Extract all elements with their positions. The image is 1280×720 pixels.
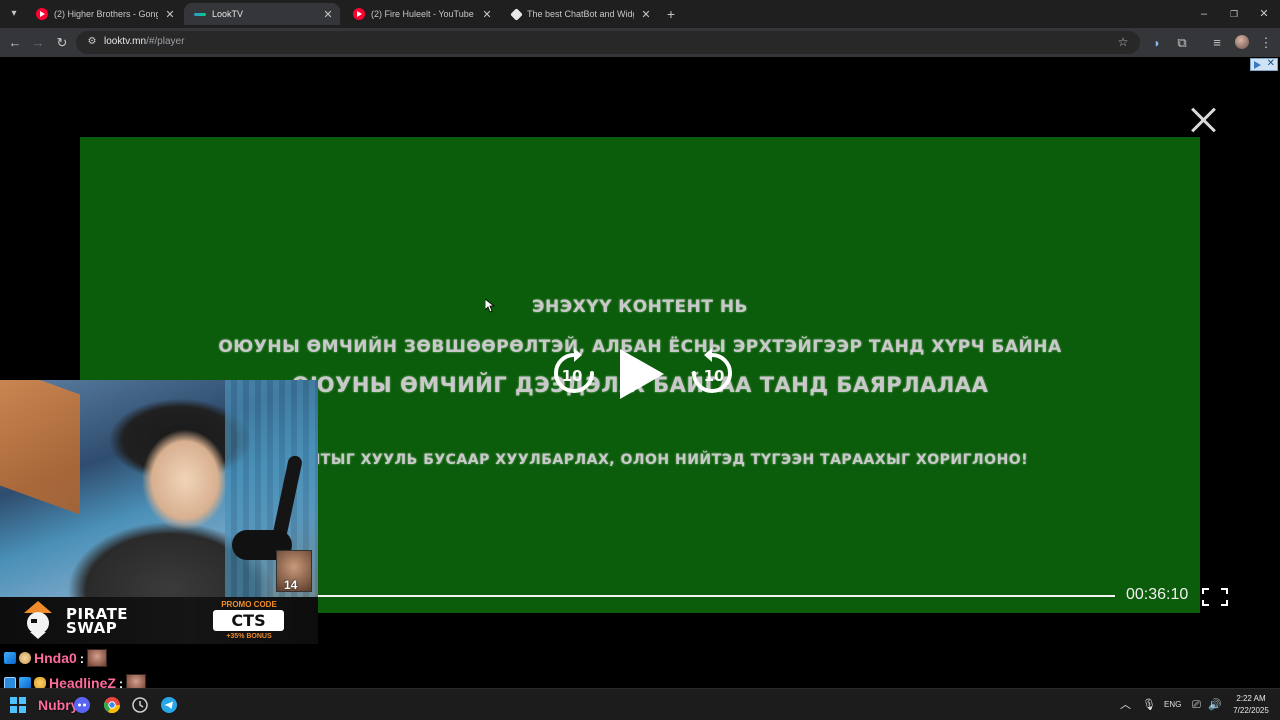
window-close-icon[interactable]: ✕ <box>1256 6 1272 22</box>
language-indicator[interactable]: ENG <box>1164 698 1181 712</box>
brand-line2: SWAP <box>66 619 118 637</box>
ad-choices-badge[interactable]: ✕ <box>1250 58 1278 71</box>
browser-tabstrip: ▾ (2) Higher Brothers - Gong Xi F ✕ Look… <box>0 0 1280 28</box>
streamer-webcam: 14 <box>0 380 318 597</box>
promo-banner: PIRATE SWAP PROMO CODE CTS +35% BONUS <box>0 597 318 644</box>
chat-emote-image <box>87 649 108 667</box>
forward-icon[interactable]: → <box>29 34 47 52</box>
time-display: 00:36:10 <box>1126 586 1189 603</box>
tab-title: (2) Fire Huleelt - YouTube <box>371 9 474 19</box>
tab-fire-huleelt[interactable]: (2) Fire Huleelt - YouTube ✕ <box>343 3 499 25</box>
chat-message: Hnda0 : <box>4 648 108 668</box>
back-icon[interactable]: ← <box>6 34 24 52</box>
forward-10-button[interactable]: 10 <box>688 347 736 399</box>
url-text[interactable]: looktv.mn/#/player <box>104 36 184 47</box>
tray-overflow-icon[interactable]: ︿ <box>1120 698 1131 712</box>
promo-code-label: PROMO CODE <box>221 600 277 609</box>
windows-start-icon[interactable] <box>10 697 26 713</box>
tab-looktv[interactable]: LookTV ✕ <box>184 3 340 25</box>
chat-message: Nubry <box>38 695 78 715</box>
chat-username: Nubry <box>38 697 79 713</box>
viewer-count: 14 <box>284 578 298 592</box>
discord-icon[interactable] <box>74 697 90 713</box>
clock-app-icon[interactable] <box>132 697 148 713</box>
close-tab-icon[interactable]: ✕ <box>640 8 652 21</box>
notice-heading: ЭНЭХҮҮ КОНТЕНТ НЬ <box>531 297 749 317</box>
close-player-icon[interactable] <box>1190 106 1218 134</box>
tab-search-chevron-icon[interactable]: ▾ <box>6 6 22 22</box>
pirate-logo-icon <box>24 601 52 639</box>
clock-date: 7/22/2025 <box>1233 706 1269 715</box>
browser-toolbar: ← → ↻ ⚙ looktv.mn/#/player ☆ ◗ ⧉ ≡ ⋮ <box>0 28 1280 57</box>
promo-bonus: +35% BONUS <box>226 633 272 640</box>
promo-brand: PIRATE SWAP <box>66 607 128 637</box>
system-clock[interactable]: 2:22 AM 7/22/2025 <box>1226 693 1276 717</box>
close-tab-icon[interactable]: ✕ <box>322 8 334 21</box>
looktv-icon <box>194 8 206 20</box>
forward-label: 10 <box>704 367 725 385</box>
clock-time: 2:22 AM <box>1236 694 1266 703</box>
sub-badge-icon <box>4 652 16 664</box>
youtube-icon <box>36 8 48 20</box>
fullscreen-icon[interactable] <box>1202 588 1228 606</box>
youtube-icon <box>353 8 365 20</box>
play-triangle-icon <box>1254 61 1261 69</box>
chat-separator: : <box>79 650 85 666</box>
tab-title: (2) Higher Brothers - Gong Xi F <box>54 9 158 19</box>
tab-chatbot[interactable]: The best ChatBot and Widgets ✕ <box>502 3 658 25</box>
emoji-badge-icon <box>19 652 31 664</box>
menu-kebab-icon[interactable]: ⋮ <box>1257 34 1275 52</box>
minimize-icon[interactable]: – <box>1196 6 1212 22</box>
media-controls-icon[interactable]: ≡ <box>1208 34 1226 52</box>
tab-higher-brothers[interactable]: (2) Higher Brothers - Gong Xi F ✕ <box>26 3 182 25</box>
rewind-10-button[interactable]: 10 <box>550 347 598 399</box>
microphone-icon[interactable]: 🎙 <box>1142 698 1156 712</box>
reload-icon[interactable]: ↻ <box>53 34 71 52</box>
chat-username: Hnda0 <box>34 650 77 666</box>
tab-title: The best ChatBot and Widgets <box>527 9 634 19</box>
screen: ▾ (2) Higher Brothers - Gong Xi F ✕ Look… <box>0 0 1280 720</box>
network-icon[interactable]: ⎚ <box>1192 698 1201 712</box>
new-tab-button[interactable]: + <box>663 6 679 22</box>
promo-code: CTS <box>213 610 284 631</box>
profile-avatar[interactable] <box>1235 35 1249 49</box>
address-bar[interactable]: ⚙ looktv.mn/#/player ☆ <box>76 31 1140 54</box>
telegram-icon[interactable] <box>161 697 177 713</box>
close-tab-icon[interactable]: ✕ <box>164 8 176 21</box>
mouse-cursor-icon <box>485 299 495 313</box>
windows-taskbar: Nubry ︿ 🎙 ENG ⎚ 🔊 2:22 AM 7/22/2025 <box>0 688 1280 720</box>
close-tab-icon[interactable]: ✕ <box>481 8 493 21</box>
restore-icon[interactable]: ❐ <box>1226 6 1242 22</box>
webcam-background-shape <box>0 380 80 515</box>
bookmark-star-icon[interactable]: ☆ <box>1116 35 1130 49</box>
read-aloud-icon[interactable]: ◗ <box>1148 34 1166 52</box>
site-info-icon[interactable]: ⚙ <box>86 36 98 48</box>
volume-icon[interactable]: 🔊 <box>1208 698 1222 712</box>
chrome-icon[interactable] <box>104 697 120 713</box>
tab-title: LookTV <box>212 9 244 19</box>
close-ad-icon[interactable]: ✕ <box>1267 58 1275 69</box>
rewind-label: 10 <box>562 367 583 385</box>
play-button[interactable] <box>616 347 666 401</box>
chatbot-icon <box>510 7 523 21</box>
progress-bar[interactable] <box>318 595 1115 597</box>
extensions-icon[interactable]: ⧉ <box>1173 34 1191 52</box>
